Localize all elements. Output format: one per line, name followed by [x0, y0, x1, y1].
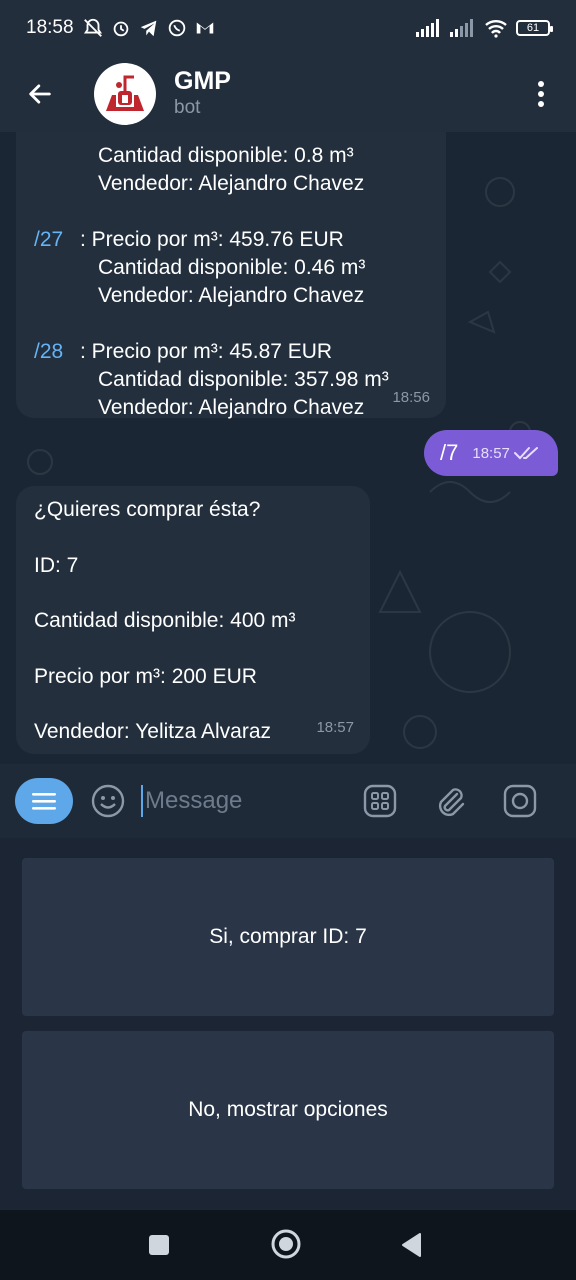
avatar[interactable]	[94, 63, 156, 125]
more-options-button[interactable]	[506, 56, 576, 132]
paperclip-icon	[438, 788, 465, 817]
lot-price: : Precio por m³: 45.87 EUR	[80, 340, 333, 363]
message-input[interactable]	[145, 787, 355, 815]
outgoing-text: /7	[440, 440, 459, 465]
camera-icon	[503, 784, 537, 818]
arrow-left-icon	[29, 84, 51, 104]
system-navigation-bar	[0, 1210, 576, 1280]
message-time: 18:56	[392, 389, 430, 406]
emoji-button[interactable]	[91, 784, 125, 818]
lot-entry: /28 : Precio por m³: 45.87 EUR Cantidad …	[34, 338, 432, 422]
bot-menu-button[interactable]	[15, 778, 73, 824]
menu-icon	[32, 793, 56, 810]
battery-level: 61	[526, 22, 540, 34]
message-composer	[0, 764, 576, 838]
telegram-icon	[140, 20, 156, 37]
chat-subtitle: bot	[174, 97, 201, 118]
camera-button[interactable]	[503, 784, 537, 818]
lot-seller: Vendedor: Alejandro Chavez	[98, 284, 365, 307]
chat-title[interactable]: GMP	[174, 67, 231, 95]
message-time: 18:57	[472, 444, 510, 462]
reply-keyboard: Si, comprar ID: 7 No, mostrar opciones	[0, 838, 576, 1210]
alarm-icon	[113, 21, 128, 37]
square-icon	[149, 1235, 169, 1255]
status-bar: 18:58 61	[0, 0, 576, 56]
lot-price-value: Precio por m³: 45.87 EUR	[91, 340, 333, 363]
lot-quantity: Cantidad disponible: 357.98 m³	[98, 368, 389, 391]
confirmation-price: Precio por m³: 200 EUR	[34, 664, 257, 688]
lot-command-link[interactable]: /28	[34, 338, 80, 366]
system-icons: 61	[416, 18, 553, 38]
triangle-back-icon	[402, 1233, 421, 1257]
message-input-wrapper	[141, 781, 363, 821]
confirmation-quantity: Cantidad disponible: 400 m³	[34, 609, 296, 632]
lot-quantity: Cantidad disponible: 0.8 m³	[98, 144, 354, 167]
lot-seller: Vendedor: Alejandro Chavez	[98, 172, 365, 195]
confirmation-id: ID: 7	[34, 553, 79, 577]
message-bubble-lot-list[interactable]: Cantidad disponible: 0.8 m³ Vendedor: Al…	[16, 132, 446, 419]
gmp-logo-icon	[106, 75, 144, 111]
grid-icon	[363, 784, 397, 818]
chat-header: GMP bot	[0, 56, 576, 132]
lot-quantity: Cantidad disponible: 0.46 m³	[98, 256, 366, 279]
lot-seller: Vendedor: Alejandro Chavez	[98, 396, 365, 419]
notification-icons	[82, 17, 216, 39]
confirmation-seller: Vendedor: Yelitza Alvaraz	[34, 720, 272, 743]
home-circle-icon	[271, 1229, 301, 1259]
confirmation-question: ¿Quieres comprar ésta?	[34, 498, 261, 521]
message-bubble-outgoing[interactable]: /7 18:57	[424, 430, 558, 476]
more-vert-icon	[538, 81, 544, 107]
signal-2-icon	[450, 19, 473, 37]
lot-command-link[interactable]: /27	[34, 226, 80, 254]
lot-partial: Cantidad disponible: 0.8 m³ Vendedor: Al…	[34, 142, 432, 198]
whatsapp-icon	[168, 19, 185, 37]
lot-price-value: Precio por m³: 459.76 EUR	[91, 228, 344, 251]
battery-icon: 61	[516, 20, 553, 36]
message-bubble-confirmation[interactable]: ¿Quieres comprar ésta? ID: 7 Cantidad di…	[16, 486, 370, 754]
signal-icon	[416, 19, 439, 37]
mute-icon	[83, 18, 102, 37]
text-caret	[141, 785, 143, 817]
double-check-icon	[513, 446, 540, 460]
reply-button-confirm[interactable]: Si, comprar ID: 7	[22, 858, 554, 1016]
back-nav-button[interactable]	[400, 1232, 422, 1258]
message-time: 18:57	[316, 719, 354, 736]
status-time: 18:58	[26, 17, 74, 38]
home-button[interactable]	[270, 1228, 302, 1260]
recents-button[interactable]	[148, 1234, 170, 1256]
attach-button[interactable]	[433, 784, 467, 818]
smile-icon	[91, 784, 125, 818]
lot-entry: /27 : Precio por m³: 459.76 EUR Cantidad…	[34, 226, 432, 310]
reply-button-show-options[interactable]: No, mostrar opciones	[22, 1031, 554, 1189]
lot-price: : Precio por m³: 459.76 EUR	[80, 228, 344, 251]
keyboard-toggle-button[interactable]	[363, 784, 397, 818]
gmail-icon	[196, 22, 213, 34]
back-button[interactable]	[0, 56, 80, 132]
message-list[interactable]: Cantidad disponible: 0.8 m³ Vendedor: Al…	[0, 132, 576, 764]
wifi-icon	[485, 20, 507, 38]
